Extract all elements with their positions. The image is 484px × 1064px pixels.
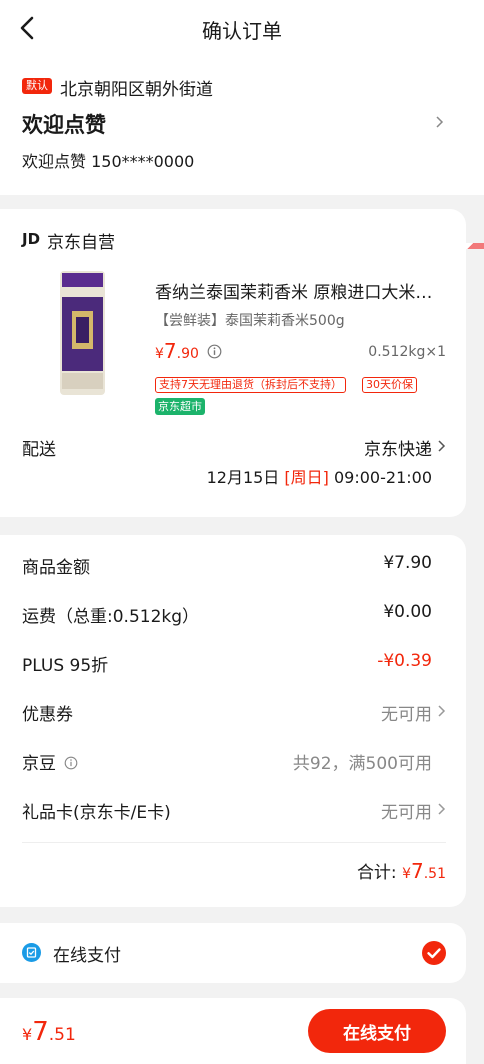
fee-label: 运费（总重:0.512kg） [22, 607, 200, 627]
total-integer: 7 [411, 859, 424, 883]
fee-row-shipping: 运费（总重:0.512kg） ¥0.00 [22, 602, 432, 627]
divider [22, 842, 446, 843]
fee-value: ¥0.00 [383, 602, 432, 622]
default-badge: 默认 [22, 78, 52, 94]
delivery-date: 12月15日 [206, 468, 280, 487]
delivery-method[interactable]: 京东快递 [364, 435, 432, 460]
chevron-right-icon [436, 116, 444, 128]
product-title[interactable]: 香纳兰泰国茉莉香米 原粮进口大米… [155, 278, 450, 303]
chevron-right-icon [438, 803, 446, 815]
delivery-window: 09:00-21:00 [334, 468, 432, 487]
shop-name: 京东自营 [47, 233, 115, 253]
fee-label: PLUS 95折 [22, 656, 109, 676]
fee-value: 共92，满500可用 [292, 754, 432, 774]
fee-value: ¥7.90 [383, 553, 432, 573]
bottom-total-price: ¥7.51 [22, 1017, 76, 1047]
fee-label: 京豆 [22, 754, 56, 774]
price-symbol: ¥ [155, 346, 164, 362]
info-icon[interactable] [207, 344, 222, 359]
address-recipient-name: 欢迎点赞 [22, 113, 106, 137]
fee-value: 无可用 [381, 803, 432, 823]
fee-row-jingdou: 京豆 共92，满500可用 [22, 749, 432, 774]
payment-method-label: 在线支付 [53, 946, 121, 966]
chevron-right-icon [438, 440, 446, 452]
address-contact: 欢迎点赞 150****0000 [22, 152, 195, 171]
fee-summary-card: 商品金额 ¥7.90 运费（总重:0.512kg） ¥0.00 PLUS 95折… [0, 535, 466, 907]
chevron-right-icon [438, 705, 446, 717]
fee-row-gift-card[interactable]: 礼品卡(京东卡/E卡) 无可用 [22, 798, 432, 823]
info-icon[interactable] [64, 756, 78, 770]
product-price: ¥7.90 [155, 339, 199, 363]
payment-method-card[interactable]: 在线支付 [0, 923, 466, 983]
bottom-pay-bar: ¥7.51 在线支付 [0, 998, 466, 1064]
delivery-label: 配送 [22, 440, 56, 460]
price-symbol: ¥ [22, 1025, 33, 1044]
online-pay-icon [22, 943, 41, 962]
delivery-time[interactable]: 12月15日 [周日] 09:00-21:00 [207, 464, 432, 488]
fee-value: 无可用 [381, 705, 432, 725]
fee-label: 优惠券 [22, 705, 73, 725]
total-label: 合计: [356, 863, 397, 883]
price-integer: 7 [32, 1017, 49, 1047]
price-decimal: .90 [176, 346, 199, 362]
jd-supermarket-tag: 京东超市 [155, 398, 205, 415]
price-integer: 7 [163, 339, 177, 363]
product-image[interactable] [50, 269, 115, 397]
page-title: 确认订单 [202, 19, 282, 43]
return-policy-tag: 支持7天无理由退货（拆封后不支持） [155, 377, 346, 393]
fee-label: 礼品卡(京东卡/E卡) [22, 803, 171, 823]
header-bar: 确认订单 [0, 0, 484, 57]
address-region: 北京朝阳区朝外街道 [60, 80, 213, 100]
total-symbol: ¥ [402, 866, 411, 882]
order-items-card: JD 京东自营 香纳兰泰国茉莉香米 原粮进口大米… 【尝鲜装】泰国茉莉香米500… [0, 209, 466, 517]
fee-row-coupon[interactable]: 优惠券 无可用 [22, 700, 432, 725]
fee-value: -¥0.39 [377, 651, 432, 671]
total-decimal: .51 [423, 866, 446, 882]
address-card[interactable]: 默认 北京朝阳区朝外街道 欢迎点赞 欢迎点赞 150****0000 [0, 57, 484, 249]
order-total: 合计: ¥7.51 [357, 858, 446, 883]
price-decimal: .51 [48, 1025, 76, 1045]
submit-pay-button[interactable]: 在线支付 [308, 1009, 446, 1053]
checked-icon[interactable] [422, 941, 446, 965]
fee-row-plus-discount: PLUS 95折 -¥0.39 [22, 651, 432, 676]
delivery-weekday: [周日] [284, 468, 329, 487]
jd-logo: JD [22, 230, 41, 248]
price-protect-tag: 30天价保 [362, 377, 417, 393]
fee-row-goods: 商品金额 ¥7.90 [22, 553, 432, 578]
fee-label: 商品金额 [22, 558, 90, 578]
product-spec: 【尝鲜装】泰国茉莉香米500g [155, 313, 345, 329]
product-quantity: 0.512kg×1 [368, 344, 446, 360]
